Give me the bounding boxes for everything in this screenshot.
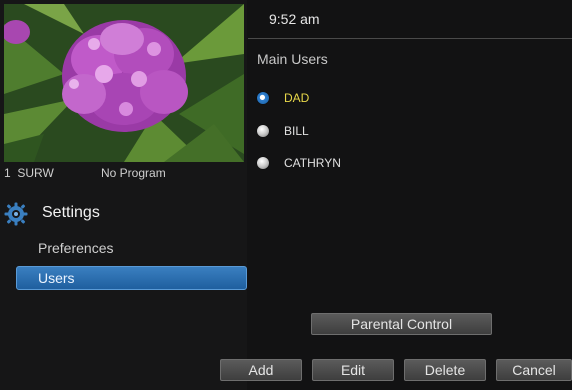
delete-button[interactable]: Delete (404, 359, 486, 381)
parental-control-button[interactable]: Parental Control (311, 313, 492, 335)
radio-icon[interactable] (257, 157, 269, 169)
header-divider (248, 38, 572, 39)
menu-item-label: Users (38, 270, 75, 286)
channel-number: 1 SURW (4, 166, 54, 180)
user-label: DAD (284, 91, 310, 105)
channel-number-value: 1 (4, 166, 11, 180)
user-label: BILL (284, 124, 309, 138)
gear-icon (4, 202, 28, 226)
menu-item-label: Preferences (38, 240, 114, 256)
menu-item-users[interactable]: Users (16, 266, 247, 290)
menu-item-preferences[interactable]: Preferences (16, 236, 247, 260)
section-title: Main Users (257, 51, 328, 67)
live-tv-preview (4, 4, 244, 162)
channel-name: SURW (17, 166, 54, 180)
add-button[interactable]: Add (220, 359, 302, 381)
program-name: No Program (101, 166, 166, 180)
edit-button[interactable]: Edit (312, 359, 394, 381)
user-label: CATHRYN (284, 156, 341, 170)
radio-selected-icon[interactable] (257, 92, 269, 104)
clock: 9:52 am (269, 11, 320, 27)
cancel-button[interactable]: Cancel (496, 359, 572, 381)
settings-title: Settings (42, 204, 100, 221)
radio-icon[interactable] (257, 125, 269, 137)
flower-image (4, 4, 244, 162)
channel-info-bar: 1 SURW No Program (0, 162, 247, 182)
left-panel: 1 SURW No Program Settings Preferences U… (0, 0, 247, 390)
